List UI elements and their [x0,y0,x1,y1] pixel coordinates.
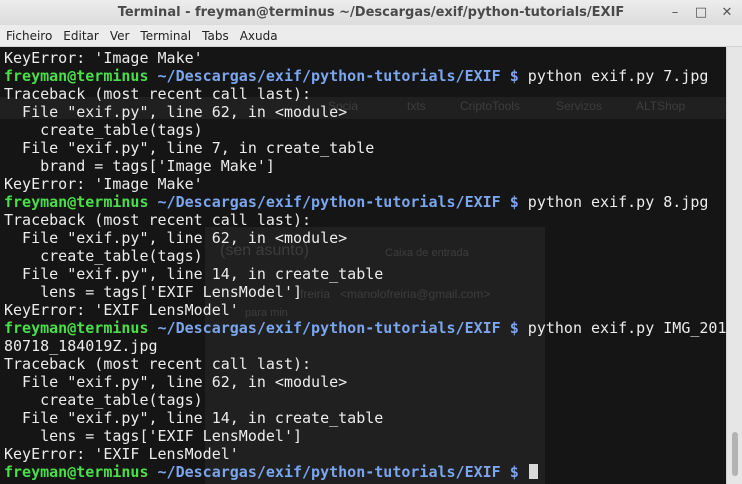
prompt-line: freyman@terminus ~/Descargas/exif/python… [4,463,726,481]
menu-terminal[interactable]: Terminal [134,29,196,43]
prompt-symbol: $ [500,319,528,337]
command-text: python exif.py 8.jpg [527,193,709,211]
title-bar[interactable]: Terminal - freyman@terminus ~/Descargas/… [0,0,742,26]
menu-tabs[interactable]: Tabs [196,29,234,43]
output-line: lens = tags['EXIF LensModel'] [4,427,303,445]
text-cursor [528,464,538,479]
command-text: python exif.py IMG_201 [527,319,726,337]
prompt-symbol: $ [500,193,528,211]
close-icon[interactable]: ✕ [718,3,736,21]
window-title: Terminal - freyman@terminus ~/Descargas/… [117,5,625,20]
menu-axuda[interactable]: Axuda [234,29,283,43]
output-line: create_table(tags) [4,247,203,265]
menu-editar[interactable]: Editar [57,29,104,43]
menu-ficheiro[interactable]: Ficheiro [0,29,57,43]
prompt-user: freyman@terminus [4,67,149,85]
prompt-line: freyman@terminus ~/Descargas/exif/python… [4,193,726,211]
output-line: create_table(tags) [4,391,203,409]
prompt-path: ~/Descargas/exif/python-tutorials/EXIF [157,193,501,211]
window-controls: – □ ✕ [666,3,736,21]
output-line: create_table(tags) [4,121,203,139]
output-line: File "exif.py", line 7, in create_table [4,139,375,157]
minimize-icon[interactable]: – [666,3,684,21]
menu-bar: Ficheiro Editar Ver Terminal Tabs Axuda [0,25,742,47]
prompt-path: ~/Descargas/exif/python-tutorials/EXIF [157,67,501,85]
prompt-user: freyman@terminus [4,193,149,211]
output-line: Traceback (most recent call last): [4,85,312,103]
output-line: brand = tags['Image Make'] [4,157,275,175]
output-line: KeyError: 'Image Make' [4,175,203,193]
terminal-output[interactable]: Socia txts CriptoTools Servizos ALTShop … [0,47,726,484]
scrollbar[interactable] [726,47,742,484]
output-line: File "exif.py", line 62, in <module> [4,103,348,121]
prompt-user: freyman@terminus [4,463,149,481]
prompt-symbol: $ [500,67,528,85]
prompt-user: freyman@terminus [4,319,149,337]
output-line: KeyError: 'EXIF LensModel' [4,301,239,319]
prompt-symbol: $ [500,463,528,481]
output-line: File "exif.py", line 62, in <module> [4,373,348,391]
output-line: Traceback (most recent call last): [4,211,312,229]
prompt-path: ~/Descargas/exif/python-tutorials/EXIF [157,319,501,337]
prompt-line: freyman@terminus ~/Descargas/exif/python… [4,319,726,337]
prompt-path: ~/Descargas/exif/python-tutorials/EXIF [157,463,501,481]
scrollbar-thumb[interactable] [732,432,738,476]
output-line: 80718_184019Z.jpg [4,337,158,355]
menu-ver[interactable]: Ver [104,29,135,43]
output-line: KeyError: 'Image Make' [4,49,203,67]
output-line: File "exif.py", line 14, in create_table [4,409,384,427]
maximize-icon[interactable]: □ [692,3,710,21]
output-line: KeyError: 'EXIF LensModel' [4,445,239,463]
terminal-lines: KeyError: 'Image Make' freyman@terminus ~… [4,49,726,481]
output-line: File "exif.py", line 62, in <module> [4,229,348,247]
prompt-line: freyman@terminus ~/Descargas/exif/python… [4,67,726,85]
output-line: Traceback (most recent call last): [4,355,312,373]
terminal-window: Terminal - freyman@terminus ~/Descargas/… [0,0,742,484]
command-text: python exif.py 7.jpg [527,67,709,85]
output-line: lens = tags['EXIF LensModel'] [4,283,303,301]
output-line: File "exif.py", line 14, in create_table [4,265,384,283]
